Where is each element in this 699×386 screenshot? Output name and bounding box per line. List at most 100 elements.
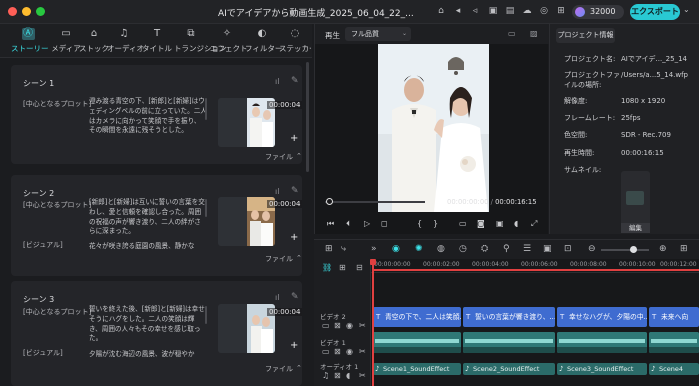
text-clip[interactable]: T 誓いの言葉が響き渡り、... bbox=[463, 307, 555, 327]
export-button[interactable]: エクスポート bbox=[630, 4, 680, 20]
tab-stock[interactable]: ⌂ ストック bbox=[77, 28, 111, 54]
layout-icon[interactable]: ▭ bbox=[508, 29, 516, 38]
video-clip[interactable] bbox=[557, 332, 647, 353]
color-wheel-icon[interactable]: ◍ bbox=[437, 244, 445, 255]
audio-clip[interactable]: ♪ Scene2_SoundEffect bbox=[463, 363, 555, 375]
track-settings-icon[interactable]: ⊟ bbox=[356, 263, 363, 272]
lock-icon[interactable]: ⊠ bbox=[334, 347, 341, 356]
image-icon[interactable]: ▣ bbox=[488, 6, 498, 17]
scissors-icon[interactable]: ✂ bbox=[359, 321, 366, 330]
crop-icon[interactable]: ▣ bbox=[496, 219, 504, 228]
zoom-window-button[interactable] bbox=[36, 7, 45, 16]
pointer-icon[interactable]: ⤷ bbox=[341, 244, 346, 255]
seek-bar[interactable] bbox=[325, 201, 425, 203]
gift-icon[interactable]: ⌂ bbox=[436, 6, 446, 17]
stop-icon[interactable]: ◻ bbox=[381, 219, 388, 228]
zoom-slider[interactable] bbox=[601, 249, 649, 251]
link-icon[interactable]: ⛓ bbox=[322, 263, 332, 272]
audio-clip[interactable]: ♪ Scene1_SoundEffect bbox=[373, 363, 461, 375]
lock-icon[interactable]: ⊠ bbox=[334, 371, 341, 380]
edit-pencil-icon[interactable]: ✎ bbox=[291, 76, 299, 86]
double-chevron-icon[interactable]: » bbox=[371, 244, 377, 255]
video-preview[interactable] bbox=[378, 44, 489, 212]
tab-transition[interactable]: ⧉ トランジション bbox=[174, 28, 227, 54]
quality-select[interactable]: フル品質 ⌄ bbox=[345, 27, 411, 41]
file-label[interactable]: ファイル bbox=[265, 152, 293, 162]
plot-text[interactable]: 澄み渡る青空の下、[新郎]と[新婦]はウェディングベルの前に立っていた。二人はカ… bbox=[89, 97, 207, 145]
chevron-down-icon[interactable]: ⌄ bbox=[683, 5, 690, 14]
tab-title[interactable]: T タイトル bbox=[140, 28, 174, 54]
megaphone-icon[interactable]: ◃ bbox=[470, 6, 480, 17]
play-icon[interactable]: ▷ bbox=[364, 219, 370, 228]
volume-icon[interactable]: ◖ bbox=[346, 371, 350, 380]
zoom-handle[interactable] bbox=[630, 246, 637, 253]
display-icon[interactable]: ▭ bbox=[459, 219, 467, 228]
thumbnail-preview[interactable] bbox=[621, 171, 650, 226]
visual-text[interactable]: 夕陽が沈む海辺の風景、波が穏やか bbox=[89, 348, 195, 358]
track-add-icon[interactable]: ⊞ bbox=[339, 263, 346, 272]
audio-clip[interactable]: ♪ Scene3_SoundEffect bbox=[557, 363, 647, 375]
scissors-icon[interactable]: ✂ bbox=[359, 347, 366, 356]
plot-text[interactable]: 誓いを終えた後、[新郎]と[新婦]は幸せそうにハグをした。二人の笑顔は輝き、周囲… bbox=[89, 305, 207, 345]
mark-out-icon[interactable]: } bbox=[433, 219, 438, 228]
list-icon[interactable]: ☰ bbox=[523, 244, 531, 255]
visual-text[interactable]: 花々が咲き誇る庭園の風景、静かな bbox=[89, 240, 195, 250]
scrollbar[interactable] bbox=[205, 306, 207, 324]
video-clip[interactable] bbox=[649, 332, 699, 353]
playhead-handle[interactable] bbox=[370, 259, 376, 265]
waveform-icon[interactable]: ıl bbox=[275, 187, 279, 196]
magic-icon[interactable]: ✺ bbox=[415, 244, 423, 255]
grid-icon[interactable]: ⊞ bbox=[556, 6, 566, 17]
skip-back-icon[interactable]: ⏮ bbox=[327, 219, 334, 228]
plot-text[interactable]: [新郎]と[新婦]は互いに誓いの言葉を交わし、愛と信頼を確認し合った。周囲の祝福… bbox=[89, 198, 207, 238]
fullscreen-icon[interactable]: ⤢ bbox=[531, 219, 537, 228]
tab-filter[interactable]: ◐ フィルター bbox=[245, 28, 282, 54]
seek-handle[interactable] bbox=[326, 198, 333, 205]
tab-effect[interactable]: ✧ エフェクト bbox=[210, 28, 248, 54]
file-label[interactable]: ファイル bbox=[265, 254, 293, 264]
edit-pencil-icon[interactable]: ✎ bbox=[291, 292, 299, 302]
chevron-up-icon[interactable]: ⌃ bbox=[296, 364, 302, 372]
edit-pencil-icon[interactable]: ✎ bbox=[291, 186, 299, 196]
waveform-icon[interactable]: ıl bbox=[275, 77, 279, 86]
text-clip[interactable]: T 幸せなハグが、夕陽の中... bbox=[557, 307, 647, 327]
volume-icon[interactable]: ◖ bbox=[514, 219, 518, 228]
stabilize-icon[interactable]: ⛭ bbox=[481, 244, 488, 255]
step-back-icon[interactable]: ⏴ bbox=[346, 219, 350, 228]
tab-audio[interactable]: ♫ オーディオ bbox=[107, 28, 144, 54]
add-icon[interactable]: + bbox=[290, 341, 298, 351]
image-edit-icon[interactable]: ▣ bbox=[543, 244, 552, 255]
save-icon[interactable]: ▤ bbox=[505, 6, 515, 17]
eye-icon[interactable]: ◉ bbox=[346, 347, 353, 356]
speed-icon[interactable]: ◷ bbox=[459, 244, 467, 255]
close-window-button[interactable] bbox=[8, 7, 17, 16]
microphone-icon[interactable]: ⚲ bbox=[503, 244, 510, 255]
video-clip[interactable] bbox=[463, 332, 555, 353]
zoom-in-icon[interactable]: ⊕ bbox=[659, 244, 667, 255]
grid-view-icon[interactable]: ⊞ bbox=[680, 244, 688, 255]
tab-project-info[interactable]: プロジェクト情報 bbox=[556, 28, 615, 43]
cloud-upload-icon[interactable]: ☁ bbox=[522, 6, 532, 17]
grid-layout-icon[interactable]: ⊞ bbox=[325, 244, 333, 255]
tab-story[interactable]: Ⓐ ストーリー bbox=[11, 28, 49, 54]
add-icon[interactable]: + bbox=[290, 233, 298, 243]
snapshot-image-icon[interactable]: ▨ bbox=[530, 29, 538, 38]
add-icon[interactable]: + bbox=[290, 134, 298, 144]
video-clip[interactable] bbox=[373, 332, 461, 353]
minimize-window-button[interactable] bbox=[22, 7, 31, 16]
file-label[interactable]: ファイル bbox=[265, 364, 293, 374]
paper-plane-icon[interactable]: ◂ bbox=[453, 6, 463, 17]
scrollbar[interactable] bbox=[205, 98, 207, 120]
text-box-icon[interactable]: ⊡ bbox=[564, 244, 572, 255]
eye-icon[interactable]: ◉ bbox=[346, 321, 353, 330]
credits-badge[interactable]: 32000 bbox=[572, 5, 624, 19]
zoom-out-icon[interactable]: ⊖ bbox=[588, 244, 596, 255]
audio-clip[interactable]: ♪ Scene4 bbox=[649, 363, 699, 375]
playhead[interactable] bbox=[372, 261, 374, 386]
scrollbar[interactable] bbox=[205, 199, 207, 217]
mark-in-icon[interactable]: { bbox=[417, 219, 422, 228]
snapshot-icon[interactable]: ◙ bbox=[477, 219, 485, 228]
waveform-icon[interactable]: ıl bbox=[275, 293, 279, 302]
headset-icon[interactable]: ◎ bbox=[539, 6, 549, 17]
text-clip[interactable]: T 青空の下で、二人は笑顔... bbox=[373, 307, 461, 327]
